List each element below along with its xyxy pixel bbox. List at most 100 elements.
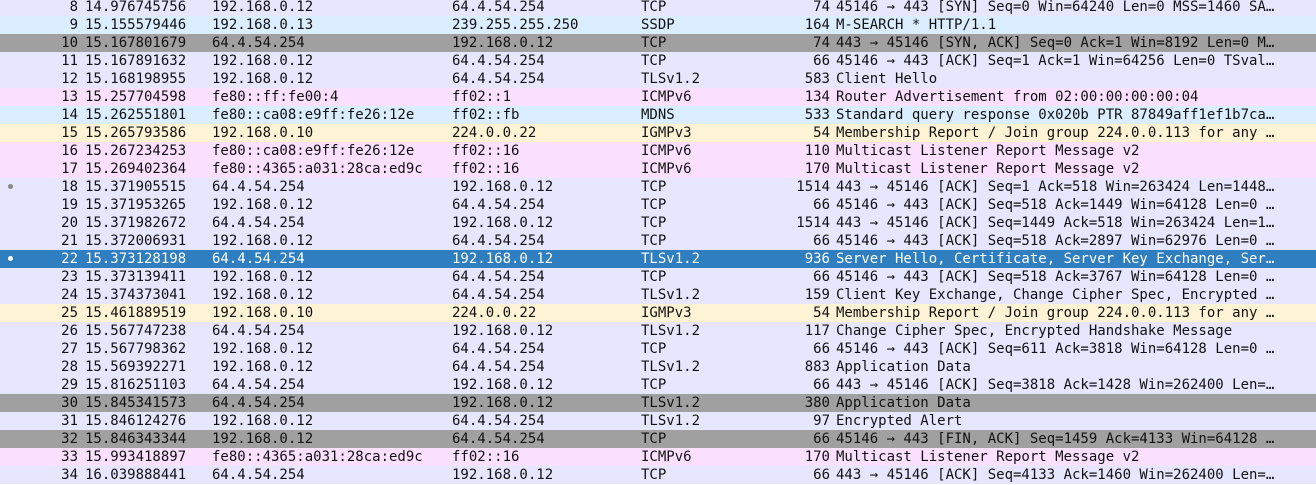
packet-number: 28: [61, 359, 78, 375]
packet-info: 45146 → 443 [ACK] Seq=518 Ack=1449 Win=6…: [836, 197, 1275, 213]
packet-row[interactable]: 26 15.567747238 64.4.54.254 192.168.0.12 TLS…: [0, 322, 1316, 340]
packet-time: 15.371982672: [85, 215, 187, 231]
packet-number: 24: [61, 287, 78, 303]
packet-protocol: MDNS: [641, 107, 675, 123]
packet-info: Multicast Listener Report Message v2: [836, 449, 1140, 465]
packet-row[interactable]: 31 15.846124276 192.168.0.12 64.4.54.254 TLS…: [0, 412, 1316, 430]
packet-length: 380: [804, 395, 830, 411]
packet-number: 10: [61, 35, 78, 51]
packet-length: 117: [804, 323, 830, 339]
packet-info: 45146 → 443 [SYN] Seq=0 Win=64240 Len=0 …: [836, 0, 1275, 15]
packet-length: 66: [813, 269, 830, 285]
packet-row[interactable]: 9 15.155579446 192.168.0.13 239.255.255.250…: [0, 16, 1316, 34]
packet-destination: 64.4.54.254: [452, 53, 545, 69]
packet-length: 66: [813, 197, 830, 213]
packet-source: 192.168.0.10: [212, 305, 314, 321]
packet-row[interactable]: 28 15.569392271 192.168.0.12 64.4.54.254 TLS…: [0, 358, 1316, 376]
packet-row[interactable]: 18 15.371905515 64.4.54.254 192.168.0.12 TCP…: [0, 178, 1316, 196]
packet-destination: ff02::16: [452, 161, 520, 177]
packet-destination: 64.4.54.254: [452, 359, 545, 375]
packet-row[interactable]: 8 14.976745756 192.168.0.12 64.4.54.254 TCP 7…: [0, 0, 1316, 16]
packet-destination: ff02::16: [452, 143, 520, 159]
packet-time: 15.168198955: [85, 71, 187, 87]
packet-time: 15.167891632: [85, 53, 187, 69]
packet-length: 883: [804, 359, 830, 375]
packet-time: 16.039888441: [85, 467, 187, 483]
packet-protocol: TCP: [641, 53, 667, 69]
packet-source: 192.168.0.12: [212, 287, 314, 303]
packet-row[interactable]: 23 15.373139411 192.168.0.12 64.4.54.254 TCP…: [0, 268, 1316, 286]
packet-list[interactable]: 8 14.976745756 192.168.0.12 64.4.54.254 TCP 7…: [0, 0, 1316, 484]
packet-source: 192.168.0.13: [212, 17, 314, 33]
packet-number: 33: [61, 449, 78, 465]
packet-time: 15.845341573: [85, 395, 187, 411]
packet-length: 1514: [796, 179, 830, 195]
packet-time: 15.816251103: [85, 377, 187, 393]
packet-time: 15.567798362: [85, 341, 187, 357]
packet-protocol: TCP: [641, 269, 667, 285]
packet-length: 159: [804, 287, 830, 303]
packet-length: 66: [813, 341, 830, 357]
packet-row[interactable]: 15 15.265793586 192.168.0.10 224.0.0.22 IGMP…: [0, 124, 1316, 142]
packet-source: 192.168.0.12: [212, 269, 314, 285]
packet-length: 54: [813, 305, 830, 321]
packet-protocol: IGMPv3: [641, 125, 692, 141]
packet-time: 15.846124276: [85, 413, 187, 429]
packet-row[interactable]: 24 15.374373041 192.168.0.12 64.4.54.254 TLS…: [0, 286, 1316, 304]
packet-row-selected[interactable]: 22 15.373128198 64.4.54.254 192.168.0.12 TLS…: [0, 250, 1316, 268]
packet-destination: 64.4.54.254: [452, 431, 545, 447]
packet-source: 192.168.0.10: [212, 125, 314, 141]
packet-destination: ff02::fb: [452, 107, 520, 123]
packet-protocol: TCP: [641, 197, 667, 213]
packet-protocol: TLSv1.2: [641, 413, 701, 429]
packet-destination: 224.0.0.22: [452, 305, 537, 321]
packet-destination: 192.168.0.12: [452, 35, 554, 51]
packet-row[interactable]: 10 15.167801679 64.4.54.254 192.168.0.12 TCP…: [0, 34, 1316, 52]
packet-row[interactable]: 30 15.845341573 64.4.54.254 192.168.0.12 TLS…: [0, 394, 1316, 412]
packet-row[interactable]: 25 15.461889519 192.168.0.10 224.0.0.22 IGMP…: [0, 304, 1316, 322]
packet-row[interactable]: 27 15.567798362 192.168.0.12 64.4.54.254 TCP…: [0, 340, 1316, 358]
packet-protocol: TLSv1.2: [641, 323, 701, 339]
packet-row[interactable]: 34 16.039888441 64.4.54.254 192.168.0.12 TCP…: [0, 466, 1316, 484]
packet-row[interactable]: 33 15.993418897 fe80::4365:a031:28ca:ed9c f…: [0, 448, 1316, 466]
packet-info: Multicast Listener Report Message v2: [836, 143, 1140, 159]
packet-time: 15.265793586: [85, 125, 187, 141]
packet-time: 15.371905515: [85, 179, 187, 195]
packet-row[interactable]: 13 15.257704598 fe80::ff:fe00:4 ff02::1 ICMP…: [0, 88, 1316, 106]
packet-time: 15.373139411: [85, 269, 187, 285]
packet-row[interactable]: 20 15.371982672 64.4.54.254 192.168.0.12 TCP…: [0, 214, 1316, 232]
packet-row[interactable]: 12 15.168198955 192.168.0.12 64.4.54.254 TLS…: [0, 70, 1316, 88]
packet-row[interactable]: 32 15.846343344 192.168.0.12 64.4.54.254 TCP…: [0, 430, 1316, 448]
packet-number: 17: [61, 161, 78, 177]
packet-info: 443 → 45146 [ACK] Seq=1 Ack=518 Win=2634…: [836, 179, 1275, 195]
packet-row[interactable]: 19 15.371953265 192.168.0.12 64.4.54.254 TCP…: [0, 196, 1316, 214]
packet-info: Membership Report / Join group 224.0.0.1…: [836, 305, 1275, 321]
packet-source: 64.4.54.254: [212, 467, 305, 483]
packet-destination: 64.4.54.254: [452, 0, 545, 15]
packet-row[interactable]: 17 15.269402364 fe80::4365:a031:28ca:ed9c f…: [0, 160, 1316, 178]
packet-length: 97: [813, 413, 830, 429]
packet-time: 14.976745756: [85, 0, 187, 15]
packet-info: 443 → 45146 [ACK] Seq=1449 Ack=518 Win=2…: [836, 215, 1275, 231]
packet-row[interactable]: 21 15.372006931 192.168.0.12 64.4.54.254 TCP…: [0, 232, 1316, 250]
packet-protocol: TLSv1.2: [641, 287, 701, 303]
packet-row[interactable]: 16 15.267234253 fe80::ca08:e9ff:fe26:12e ff…: [0, 142, 1316, 160]
packet-destination: 239.255.255.250: [452, 17, 579, 33]
packet-protocol: ICMPv6: [641, 143, 692, 159]
packet-protocol: TLSv1.2: [641, 251, 701, 267]
packet-destination: 64.4.54.254: [452, 197, 545, 213]
packet-protocol: ICMPv6: [641, 89, 692, 105]
packet-row[interactable]: 11 15.167891632 192.168.0.12 64.4.54.254 TCP…: [0, 52, 1316, 70]
packet-length: 66: [813, 431, 830, 447]
packet-destination: 64.4.54.254: [452, 413, 545, 429]
packet-number: 16: [61, 143, 78, 159]
packet-destination: 192.168.0.12: [452, 323, 554, 339]
packet-source: fe80::ff:fe00:4: [212, 89, 339, 105]
packet-number: 32: [61, 431, 78, 447]
packet-row[interactable]: 29 15.816251103 64.4.54.254 192.168.0.12 TCP…: [0, 376, 1316, 394]
packet-number: 8: [69, 0, 78, 15]
packet-row[interactable]: 14 15.262551801 fe80::ca08:e9ff:fe26:12e ff…: [0, 106, 1316, 124]
packet-length: 134: [804, 89, 830, 105]
packet-source: 192.168.0.12: [212, 233, 314, 249]
packet-protocol: SSDP: [641, 17, 675, 33]
